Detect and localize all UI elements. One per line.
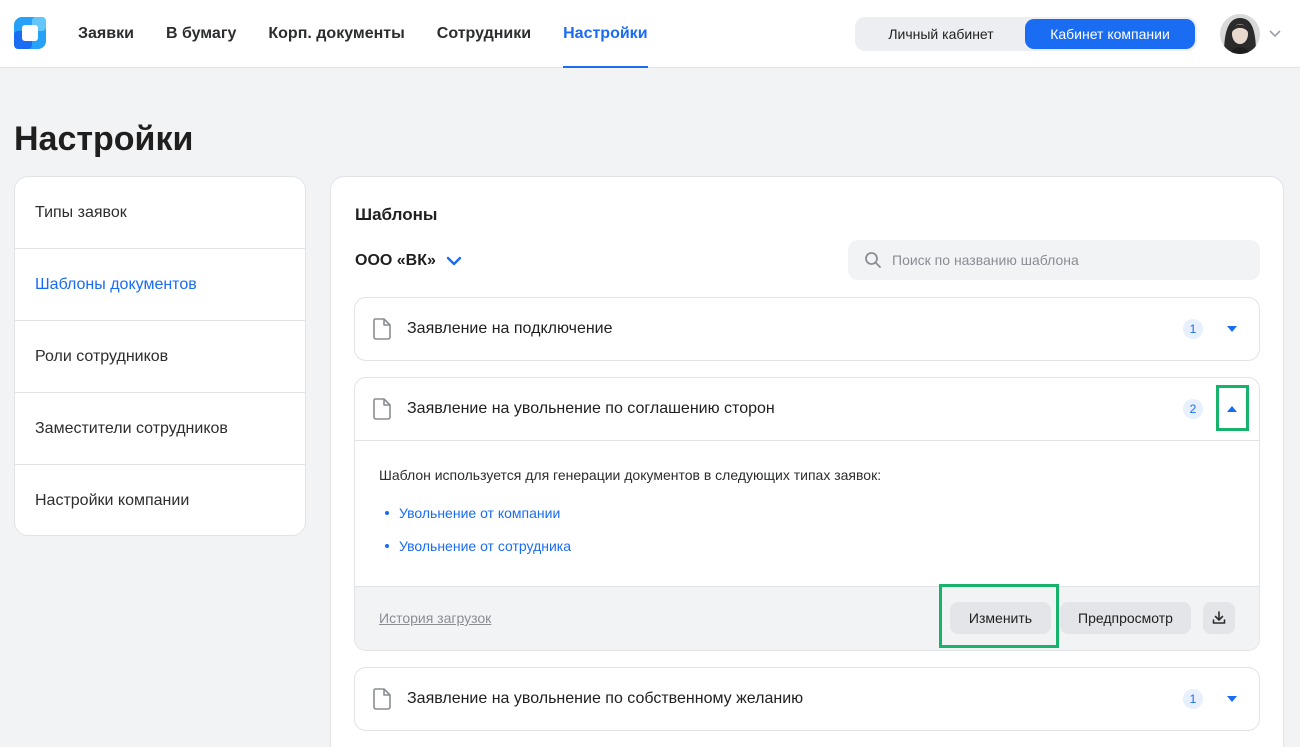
personal-cabinet-button[interactable]: Личный кабинет: [857, 19, 1025, 49]
organization-label: ООО «ВК»: [355, 252, 436, 269]
chevron-down-icon[interactable]: [1268, 28, 1282, 38]
app-logo-icon[interactable]: [14, 17, 46, 49]
template-details: Шаблон используется для генерации докуме…: [355, 440, 1259, 586]
avatar[interactable]: [1220, 14, 1260, 54]
nav-item-corp-docs[interactable]: Корп. документы: [252, 0, 420, 68]
page-title: Настройки: [14, 120, 194, 158]
template-header[interactable]: Заявление на увольнение по соглашению ст…: [355, 378, 1259, 440]
nav-item-employees[interactable]: Сотрудники: [421, 0, 547, 68]
document-icon: [373, 398, 391, 420]
nav-item-requests[interactable]: Заявки: [62, 0, 150, 68]
sidebar-item-employee-deputies[interactable]: Заместители сотрудников: [15, 393, 305, 465]
top-bar: Заявки В бумагу Корп. документы Сотрудни…: [0, 0, 1300, 68]
organization-selector[interactable]: ООО «ВК»: [355, 252, 462, 270]
request-type-label: Увольнение от сотрудника: [399, 538, 572, 554]
preview-button[interactable]: Предпросмотр: [1060, 602, 1191, 634]
request-type-link[interactable]: Увольнение от сотрудника: [379, 538, 1235, 554]
template-item: Заявление на увольнение по собственному …: [354, 667, 1260, 731]
template-description: Шаблон используется для генерации докуме…: [379, 467, 882, 483]
template-header[interactable]: Заявление на увольнение по собственному …: [355, 668, 1259, 730]
search-input[interactable]: [892, 252, 1252, 268]
highlight-box: [1216, 385, 1249, 431]
template-header[interactable]: Заявление на подключение 1: [355, 298, 1259, 360]
sidebar-item-employee-roles[interactable]: Роли сотрудников: [15, 321, 305, 393]
template-item: Заявление на подключение 1: [354, 297, 1260, 361]
section-title: Шаблоны: [355, 205, 438, 224]
download-button[interactable]: [1203, 602, 1235, 634]
company-cabinet-button[interactable]: Кабинет компании: [1025, 19, 1195, 49]
count-badge: 2: [1183, 399, 1203, 419]
triangle-down-icon[interactable]: [1225, 322, 1239, 336]
template-name: Заявление на увольнение по собственному …: [407, 690, 804, 707]
chevron-down-icon: [446, 256, 462, 266]
bullet: [385, 511, 389, 515]
template-name: Заявление на подключение: [407, 320, 613, 337]
templates-panel: Шаблоны ООО «ВК» Заявление на подключени…: [330, 176, 1284, 747]
request-type-label: Увольнение от компании: [399, 505, 561, 521]
template-search: [848, 240, 1260, 280]
document-icon: [373, 318, 391, 340]
count-badge: 1: [1183, 689, 1203, 709]
request-type-link[interactable]: Увольнение от компании: [379, 505, 1235, 521]
sidebar-item-request-types[interactable]: Типы заявок: [15, 177, 305, 249]
sidebar-item-company-settings[interactable]: Настройки компании: [15, 465, 305, 535]
sidebar-item-document-templates[interactable]: Шаблоны документов: [15, 249, 305, 321]
nav-item-settings[interactable]: Настройки: [547, 0, 663, 68]
template-actions: История загрузок Изменить Предпросмотр: [355, 586, 1259, 650]
count-badge: 1: [1183, 319, 1203, 339]
triangle-down-icon[interactable]: [1225, 692, 1239, 706]
settings-sidebar: Типы заявок Шаблоны документов Роли сотр…: [14, 176, 306, 536]
upload-history-link[interactable]: История загрузок: [379, 610, 491, 626]
highlight-box: [939, 584, 1059, 648]
cabinet-switch: Личный кабинет Кабинет компании: [855, 17, 1197, 51]
request-types-list: Увольнение от компании Увольнение от сот…: [379, 505, 1235, 554]
download-icon: [1212, 611, 1226, 624]
template-item-expanded: Заявление на увольнение по соглашению ст…: [354, 377, 1260, 651]
main-nav: Заявки В бумагу Корп. документы Сотрудни…: [62, 0, 664, 68]
document-icon: [373, 688, 391, 710]
bullet: [385, 544, 389, 548]
search-icon: [865, 252, 881, 268]
nav-item-to-paper[interactable]: В бумагу: [150, 0, 252, 68]
template-name: Заявление на увольнение по соглашению ст…: [407, 400, 775, 417]
